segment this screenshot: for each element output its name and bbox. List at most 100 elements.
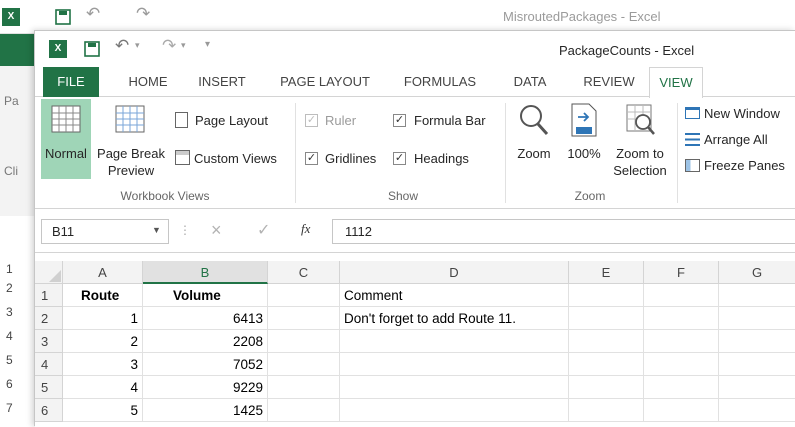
formula-bar-checkbox[interactable]: ✓ Formula Bar [393, 111, 503, 133]
cell-e4[interactable] [569, 353, 644, 376]
column-header-d[interactable]: D [340, 261, 569, 284]
cell-g5[interactable] [719, 376, 795, 399]
undo-dropdown-icon[interactable]: ▾ [135, 40, 140, 51]
name-box-value: B11 [52, 224, 75, 239]
cell-a5[interactable]: 4 [63, 376, 143, 399]
zoom-button[interactable]: Zoom [509, 99, 559, 179]
column-header-e[interactable]: E [569, 261, 644, 284]
page-layout-view-button[interactable]: Page Layout [175, 111, 285, 133]
cell-c5[interactable] [268, 376, 340, 399]
tab-data[interactable]: DATA [503, 67, 557, 97]
cell-e5[interactable] [569, 376, 644, 399]
row-header[interactable]: 4 [35, 353, 63, 376]
tab-formulas[interactable]: FORMULAS [397, 67, 483, 97]
cell-d2[interactable]: Don't forget to add Route 11. [340, 307, 569, 330]
row-header[interactable]: 3 [35, 330, 63, 353]
select-all-corner[interactable] [35, 261, 63, 284]
tab-view[interactable]: VIEW [649, 67, 703, 98]
undo-icon[interactable]: ↶ [115, 36, 129, 56]
normal-view-button[interactable]: Normal [41, 99, 91, 179]
enter-icon[interactable]: ✓ [257, 220, 270, 240]
cell-b1[interactable]: Volume [143, 284, 268, 307]
cell-c3[interactable] [268, 330, 340, 353]
freeze-panes-button[interactable]: Freeze Panes [685, 157, 795, 177]
column-header-c[interactable]: C [268, 261, 340, 284]
cell-d5[interactable] [340, 376, 569, 399]
save-icon[interactable] [83, 40, 101, 58]
save-icon[interactable] [54, 8, 72, 26]
cell-d6[interactable] [340, 399, 569, 422]
cell-f1[interactable] [644, 284, 719, 307]
column-header-g[interactable]: G [719, 261, 795, 284]
freeze-panes-label: Freeze Panes [704, 158, 785, 173]
tab-home[interactable]: HOME [117, 67, 179, 97]
cell-f2[interactable] [644, 307, 719, 330]
tab-review[interactable]: REVIEW [575, 67, 643, 97]
cell-a1[interactable]: Route [63, 284, 143, 307]
redo-icon[interactable]: ↷ [162, 36, 176, 56]
gridlines-checkbox[interactable]: ✓ Gridlines [305, 149, 389, 171]
cell-d3[interactable] [340, 330, 569, 353]
cell-c6[interactable] [268, 399, 340, 422]
page-break-preview-button[interactable]: Page Break Preview [93, 99, 169, 179]
cell-b6[interactable]: 1425 [143, 399, 268, 422]
redo-icon[interactable]: ↷ [136, 4, 150, 24]
tab-insert[interactable]: INSERT [187, 67, 257, 97]
zoom-100-button[interactable]: 100% [561, 99, 607, 179]
cell-d1[interactable]: Comment [340, 284, 569, 307]
redo-dropdown-icon[interactable]: ▾ [181, 40, 186, 51]
tab-file[interactable]: FILE [43, 67, 99, 97]
cell-a6[interactable]: 5 [63, 399, 143, 422]
arrange-all-button[interactable]: Arrange All [685, 131, 795, 151]
customize-toolbar-icon[interactable]: ▾ [205, 39, 210, 50]
new-window-button[interactable]: New Window [685, 105, 795, 125]
cell-a3[interactable]: 2 [63, 330, 143, 353]
cell-f5[interactable] [644, 376, 719, 399]
cell-a4[interactable]: 3 [63, 353, 143, 376]
cell-b4[interactable]: 7052 [143, 353, 268, 376]
tab-page-layout[interactable]: PAGE LAYOUT [275, 67, 375, 97]
insert-function-icon[interactable]: fx [301, 221, 310, 237]
cell-b2[interactable]: 6413 [143, 307, 268, 330]
row-header[interactable]: 1 [35, 284, 63, 307]
cell-c1[interactable] [268, 284, 340, 307]
cell-c2[interactable] [268, 307, 340, 330]
row-header[interactable]: 2 [35, 307, 63, 330]
cell-e3[interactable] [569, 330, 644, 353]
headings-checkbox[interactable]: ✓ Headings [393, 149, 483, 171]
cell-e2[interactable] [569, 307, 644, 330]
cell-g6[interactable] [719, 399, 795, 422]
cell-g4[interactable] [719, 353, 795, 376]
name-box[interactable]: B11 ▼ [41, 219, 169, 244]
row-header[interactable]: 6 [35, 399, 63, 422]
cell-b5[interactable]: 9229 [143, 376, 268, 399]
cell-g2[interactable] [719, 307, 795, 330]
custom-views-button[interactable]: Custom Views [175, 149, 287, 171]
cell-b3[interactable]: 2208 [143, 330, 268, 353]
cell-f4[interactable] [644, 353, 719, 376]
row-header[interactable]: 5 [35, 376, 63, 399]
formula-input[interactable]: 1112 [332, 219, 795, 244]
cancel-icon[interactable]: × [211, 220, 222, 241]
column-header-f[interactable]: F [644, 261, 719, 284]
cell-e1[interactable] [569, 284, 644, 307]
background-title-bar: X ↶ ↷ MisroutedPackages - Excel [0, 0, 795, 34]
magnifier-icon [520, 105, 549, 136]
cell-f3[interactable] [644, 330, 719, 353]
zoom-to-selection-icon [626, 104, 655, 135]
column-header-a[interactable]: A [63, 261, 143, 284]
zoom-to-selection-button[interactable]: Zoom to Selection [607, 99, 673, 179]
cell-f6[interactable] [644, 399, 719, 422]
cell-g1[interactable] [719, 284, 795, 307]
column-header-b[interactable]: B [143, 261, 268, 284]
cell-a2[interactable]: 1 [63, 307, 143, 330]
cell-d4[interactable] [340, 353, 569, 376]
cell-c4[interactable] [268, 353, 340, 376]
ribbon: Normal Page Break Preview Page Layout Cu… [35, 97, 795, 209]
undo-icon[interactable]: ↶ [86, 4, 100, 24]
ruler-checkbox[interactable]: ✓ Ruler [305, 111, 375, 133]
new-window-icon [685, 107, 700, 119]
cell-e6[interactable] [569, 399, 644, 422]
cell-g3[interactable] [719, 330, 795, 353]
name-box-dropdown-icon[interactable]: ▼ [152, 225, 161, 235]
